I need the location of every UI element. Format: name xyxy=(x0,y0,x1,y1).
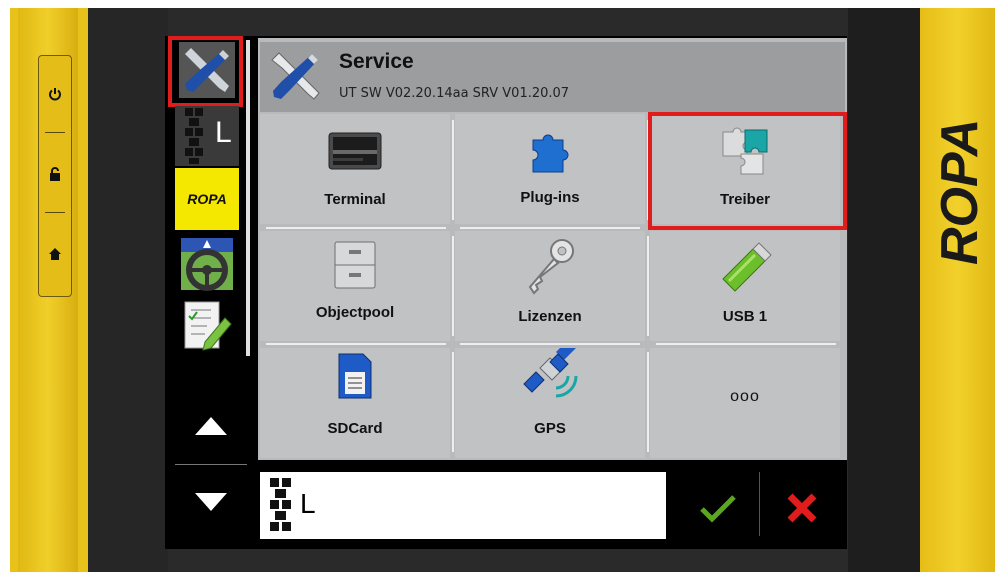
sd-card-icon xyxy=(338,353,372,399)
usb-stick-icon xyxy=(722,242,772,292)
lock-button[interactable] xyxy=(39,144,71,204)
home-icon xyxy=(49,248,61,260)
left-bezel xyxy=(88,8,168,572)
scroll-down-button[interactable] xyxy=(175,472,247,532)
grid-divider xyxy=(452,352,454,452)
checkmark-icon xyxy=(700,495,736,523)
tile-label: Lizenzen xyxy=(518,308,582,325)
button-separator xyxy=(759,472,760,536)
power-icon xyxy=(49,88,61,101)
grid-divider xyxy=(452,120,454,220)
tile-sdcard[interactable]: SDCard xyxy=(260,348,450,458)
lock-icon xyxy=(50,167,60,181)
implement-letter: L xyxy=(215,116,232,149)
confirm-button[interactable] xyxy=(688,478,748,538)
grid-divider xyxy=(656,343,836,345)
tile-gps[interactable]: GPS xyxy=(455,348,645,458)
header-icon-container xyxy=(266,46,326,106)
page-title: Service xyxy=(339,50,414,73)
wrench-screwdriver-icon xyxy=(271,52,320,100)
tile-label: SDCard xyxy=(327,420,383,437)
filing-cabinet-icon xyxy=(334,241,376,289)
tile-label: Plug-ins xyxy=(520,189,580,206)
scroll-up-button[interactable] xyxy=(175,396,247,456)
puzzle-piece-icon xyxy=(532,134,569,173)
button-separator xyxy=(45,212,65,213)
version-info: UT SW V02.20.14aa SRV V01.20.07 xyxy=(339,86,570,101)
grid-divider xyxy=(460,227,640,229)
power-button[interactable] xyxy=(39,64,71,124)
nav-highlight-box xyxy=(168,36,243,107)
ropa-logo: ROPA xyxy=(187,191,227,207)
hardware-button-panel xyxy=(38,55,72,297)
treiber-highlight-box xyxy=(648,112,847,230)
nav-item-implement[interactable]: L xyxy=(175,106,239,166)
checklist-icon xyxy=(184,301,232,351)
grid-divider xyxy=(266,343,446,345)
tile-plug-ins[interactable]: Plug-ins xyxy=(455,114,645,224)
triangle-down-icon xyxy=(195,493,227,511)
selected-implement-field[interactable] xyxy=(260,472,666,539)
tile-terminal[interactable]: Terminal xyxy=(260,114,450,224)
grid-divider xyxy=(266,227,446,229)
more-icon: ooo xyxy=(730,388,760,405)
cancel-button[interactable] xyxy=(772,478,832,538)
implement-letter: L xyxy=(300,488,316,519)
home-button[interactable] xyxy=(39,224,71,284)
tile-lizenzen[interactable]: Lizenzen xyxy=(455,231,645,341)
button-separator xyxy=(45,132,65,133)
tile-label: Objectpool xyxy=(315,304,395,321)
nav-item-steering[interactable] xyxy=(175,234,239,294)
nav-item-checklist[interactable] xyxy=(175,296,239,356)
key-icon xyxy=(528,239,574,295)
tile-objectpool[interactable]: Objectpool xyxy=(260,231,450,341)
tile-usb-1[interactable]: USB 1 xyxy=(650,231,840,341)
satellite-icon xyxy=(523,348,578,398)
svg-text:ROPA: ROPA xyxy=(931,119,989,265)
right-bezel xyxy=(848,8,920,572)
grid-divider xyxy=(452,236,454,336)
grid-divider xyxy=(647,352,649,452)
tile-label: GPS xyxy=(534,420,566,437)
tile-label: USB 1 xyxy=(722,308,768,325)
grid-divider xyxy=(460,343,640,345)
implement-l-icon xyxy=(270,478,291,531)
grid-divider xyxy=(647,236,649,336)
tile-more[interactable]: ooo xyxy=(650,348,840,458)
nav-item-ropa[interactable]: ROPA xyxy=(175,168,239,230)
nav-divider xyxy=(175,464,247,465)
steering-wheel-icon xyxy=(181,238,233,291)
nav-scrollbar[interactable] xyxy=(246,40,250,356)
triangle-up-icon xyxy=(195,417,227,435)
tile-label: Terminal xyxy=(324,191,386,208)
terminal-icon xyxy=(328,132,382,170)
brand-logo: ROPA xyxy=(925,50,995,280)
close-icon xyxy=(787,493,817,523)
